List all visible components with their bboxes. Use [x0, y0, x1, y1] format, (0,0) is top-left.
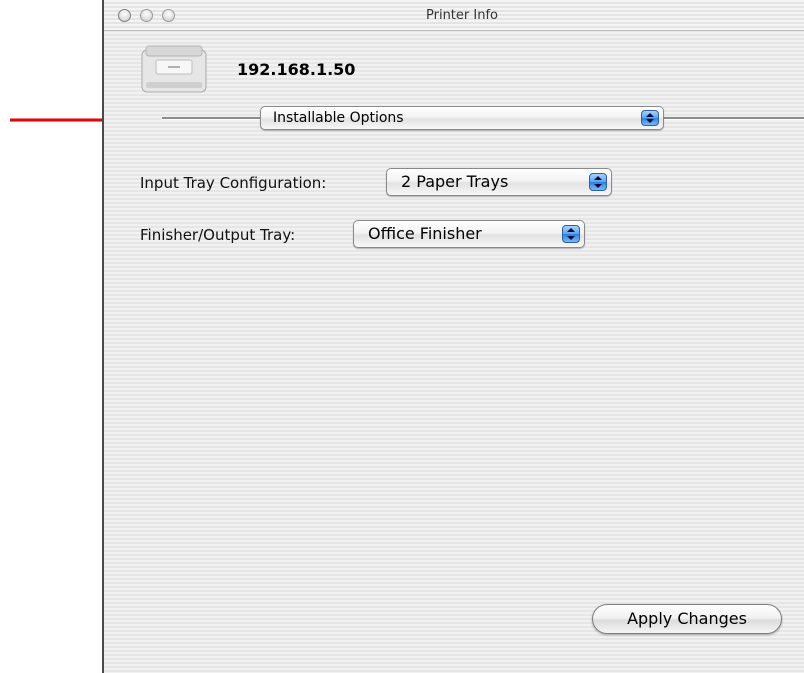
- popup-arrows-icon: [641, 110, 659, 126]
- finisher-label: Finisher/Output Tray:: [140, 226, 296, 244]
- popup-arrows-icon: [562, 225, 580, 243]
- input-tray-label: Input Tray Configuration:: [140, 174, 327, 192]
- printer-address: 192.168.1.50: [237, 60, 356, 79]
- finisher-value: Office Finisher: [368, 224, 482, 243]
- installable-options-value: Installable Options: [273, 110, 404, 126]
- window-title: Printer Info: [426, 8, 498, 23]
- printer-info-window: Printer Info 192.168.1.50 Installable Op…: [102, 0, 804, 673]
- finisher-popup[interactable]: Office Finisher: [353, 220, 585, 248]
- screenshot-stage: Printer Info 192.168.1.50 Installable Op…: [0, 0, 804, 673]
- apply-changes-button[interactable]: Apply Changes: [592, 604, 782, 634]
- input-tray-popup[interactable]: 2 Paper Trays: [386, 168, 612, 196]
- title-bar[interactable]: Printer Info: [104, 0, 804, 31]
- input-tray-value: 2 Paper Trays: [401, 172, 509, 191]
- popup-arrows-icon: [589, 173, 607, 191]
- printer-icon: [141, 45, 207, 93]
- installable-options-popup[interactable]: Installable Options: [260, 106, 664, 130]
